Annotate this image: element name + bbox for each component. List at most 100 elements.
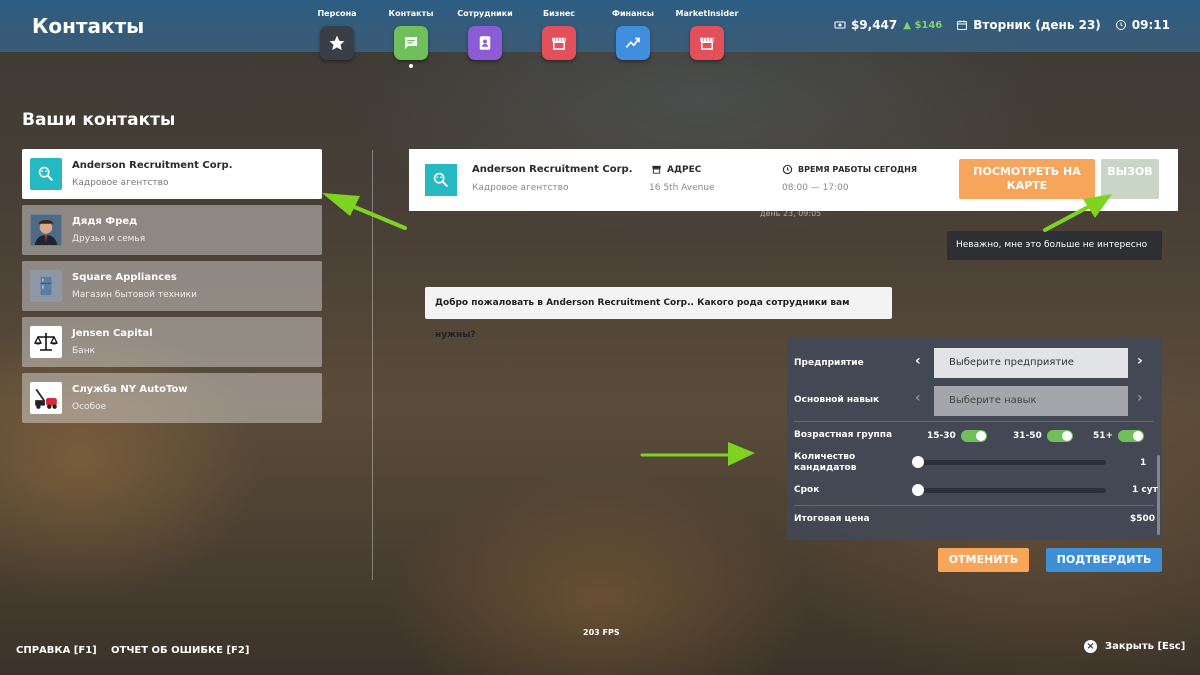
money-delta: ▲ $146	[903, 19, 943, 31]
form-separator	[794, 421, 1154, 422]
candidates-count-value: 1	[1140, 458, 1147, 468]
show-on-map-button[interactable]: ПОСМОТРЕТЬ НА КАРТЕ	[959, 159, 1095, 199]
store-icon	[700, 37, 714, 50]
tow-truck-icon	[30, 382, 62, 414]
candidates-slider-track[interactable]	[918, 460, 1106, 465]
contact-item-ny-autotow[interactable]: Служба NY AutoTow Особое	[22, 373, 322, 423]
hours-value: 08:00 — 17:00	[782, 183, 849, 193]
nav-item-business[interactable]: Бизнес	[522, 8, 596, 68]
contact-header-card: Anderson Recruitment Corp. Кадровое аген…	[409, 149, 1178, 211]
store-icon	[552, 37, 566, 50]
skill-select[interactable]: Выберите навык	[934, 386, 1128, 416]
enterprise-label: Предприятие	[794, 358, 864, 368]
skill-prev-arrow[interactable]: ‹	[915, 390, 921, 406]
form-scrollbar[interactable]	[1157, 455, 1160, 535]
money-stat: $9,447 ▲ $146	[834, 18, 942, 32]
day-value: Вторник (день 23)	[973, 18, 1101, 32]
skill-label: Основной навык	[794, 395, 880, 405]
hours-title: ВРЕМЯ РАБОТЫ СЕГОДНЯ	[798, 165, 918, 174]
age-toggle[interactable]	[1046, 430, 1073, 442]
calendar-icon	[957, 20, 968, 30]
money-value: $9,447	[850, 18, 898, 32]
address-value: 16 5th Avenue	[649, 183, 715, 193]
age-option-label: 15-30	[927, 431, 956, 441]
contact-name: Square Appliances	[72, 272, 177, 283]
duration-value: 1 сут	[1132, 485, 1158, 495]
appliance-icon	[30, 270, 62, 302]
contact-item-square-appliances[interactable]: Square Appliances Магазин бытовой техник…	[22, 261, 322, 311]
enterprise-select[interactable]: Выберите предприятие	[934, 348, 1128, 378]
address-title: АДРЕС	[667, 164, 702, 175]
close-label: Закрыть [Esc]	[1105, 641, 1186, 652]
address-heading: АДРЕС	[651, 164, 701, 175]
close-button[interactable]: × Закрыть [Esc]	[1084, 640, 1185, 653]
age-option-15-30[interactable]: 15-30	[927, 430, 987, 442]
status-stats: $9,447 ▲ $146 Вторник (день 23) 09:11	[820, 18, 1170, 32]
person-avatar-icon	[30, 214, 62, 246]
age-option-51-plus[interactable]: 51+	[1093, 430, 1145, 442]
contact-name: Jensen Capital	[72, 328, 153, 339]
cancel-button[interactable]: ОТМЕНИТЬ	[938, 548, 1029, 572]
recruitment-logo-icon	[425, 164, 457, 196]
duration-slider-track[interactable]	[918, 488, 1106, 493]
star-icon	[329, 35, 345, 51]
time-stat: 09:11	[1115, 18, 1170, 32]
enterprise-next-arrow[interactable]: ›	[1137, 353, 1143, 369]
cash-icon	[834, 21, 846, 29]
contact-item-uncle-fred[interactable]: Дядя Фред Друзья и семья	[22, 205, 322, 255]
enterprise-prev-arrow[interactable]: ‹	[915, 353, 921, 369]
nav-item-contacts[interactable]: Контакты	[374, 8, 448, 68]
age-toggle[interactable]	[960, 430, 987, 442]
duration-label: Срок	[794, 485, 820, 495]
nav-label: MarketInsider	[675, 9, 739, 18]
contact-name: Дядя Фред	[72, 216, 138, 227]
nav-button-finance[interactable]	[616, 26, 650, 60]
active-indicator	[409, 64, 413, 68]
nav-button-employees[interactable]	[468, 26, 502, 60]
nav-label: Бизнес	[542, 9, 576, 18]
nav-label: Контакты	[388, 9, 434, 18]
panel-divider	[372, 150, 373, 580]
chat-timestamp: день 23, 09:05	[760, 209, 822, 218]
nav-button-persona[interactable]	[320, 26, 354, 60]
help-link[interactable]: СПРАВКА [F1]	[16, 645, 97, 656]
recruitment-logo-icon	[30, 158, 62, 190]
confirm-button[interactable]: ПОДТВЕРДИТЬ	[1046, 548, 1162, 572]
contact-name: Anderson Recruitment Corp.	[472, 164, 633, 175]
nav-item-employees[interactable]: Сотрудники	[448, 8, 522, 68]
nav-label: Финансы	[612, 9, 654, 18]
time-value: 09:11	[1131, 18, 1170, 32]
page-title: Контакты	[32, 14, 145, 38]
age-option-label: 31-50	[1013, 431, 1042, 441]
nav-button-contacts[interactable]	[394, 26, 428, 60]
close-icon: ×	[1084, 640, 1097, 653]
annotation-arrow	[322, 193, 407, 230]
contact-item-anderson[interactable]: Anderson Recruitment Corp. Кадровое аген…	[22, 149, 322, 199]
total-price-value: $500	[1130, 514, 1156, 524]
chart-icon	[625, 37, 640, 49]
age-option-label: 51+	[1093, 431, 1114, 441]
age-toggle[interactable]	[1118, 430, 1145, 442]
contact-type: Особое	[72, 402, 107, 412]
fps-counter: 203 FPS	[583, 628, 620, 637]
skill-next-arrow[interactable]: ›	[1137, 390, 1143, 406]
contact-name: Служба NY AutoTow	[72, 384, 188, 395]
contact-type: Банк	[72, 346, 96, 356]
tooltip: Неважно, мне это больше не интересно	[947, 231, 1162, 260]
nav-item-persona[interactable]: Персона	[300, 8, 374, 68]
call-button[interactable]: ВЫЗОВ	[1101, 159, 1159, 199]
nav-item-finance[interactable]: Финансы	[596, 8, 670, 68]
duration-slider-handle[interactable]	[912, 484, 924, 496]
nav-item-marketinsider[interactable]: MarketInsider	[670, 8, 744, 68]
nav-button-business[interactable]	[542, 26, 576, 60]
nav-button-marketinsider[interactable]	[690, 26, 724, 60]
storefront-icon	[652, 165, 661, 174]
total-price-label: Итоговая цена	[794, 514, 870, 524]
contact-type: Кадровое агентство	[72, 178, 169, 188]
age-option-31-50[interactable]: 31-50	[1013, 430, 1073, 442]
nav-label: Сотрудники	[457, 9, 513, 18]
hire-request-form: Предприятие ‹ Выберите предприятие › Осн…	[787, 337, 1162, 540]
candidates-slider-handle[interactable]	[912, 456, 924, 468]
contact-item-jensen-capital[interactable]: Jensen Capital Банк	[22, 317, 322, 367]
bug-report-link[interactable]: ОТЧЕТ ОБ ОШИБКЕ [F2]	[111, 645, 249, 656]
